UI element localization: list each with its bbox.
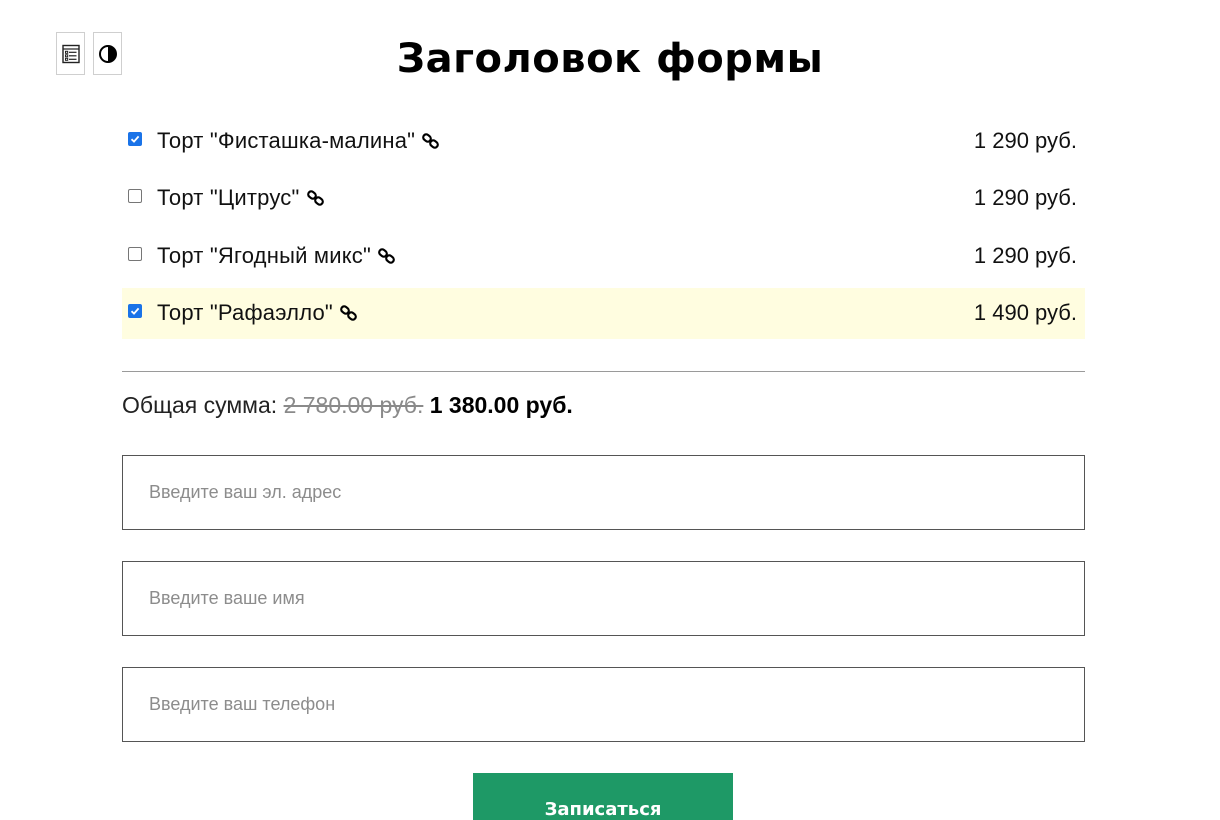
email-field[interactable] <box>122 455 1085 530</box>
total-old-value: 2 780.00 руб. <box>283 392 424 418</box>
product-item-left: Торт "Ягодный микс" <box>128 243 397 269</box>
link-icon[interactable] <box>339 303 359 323</box>
total-new-value: 1 380.00 руб. <box>429 392 573 418</box>
link-icon[interactable] <box>421 131 441 151</box>
total-label: Общая сумма: <box>122 392 278 418</box>
product-checkbox[interactable] <box>128 131 142 146</box>
name-field[interactable] <box>122 561 1085 636</box>
product-price: 1 290 руб. <box>973 127 1077 153</box>
product-list: Торт "Фисташка-малина" 1 290 руб. Торт "… <box>122 115 1085 345</box>
product-item[interactable]: Торт "Фисташка-малина" 1 290 руб. <box>122 115 1085 166</box>
product-price: 1 290 руб. <box>973 242 1077 268</box>
link-icon[interactable] <box>377 246 397 266</box>
product-item-left: Торт "Цитрус" <box>128 185 326 211</box>
product-checkbox[interactable] <box>128 304 142 318</box>
form-title: Заголовок формы <box>396 36 824 82</box>
product-name: Торт "Ягодный микс" <box>157 242 371 268</box>
submit-button[interactable]: Записаться <box>473 773 733 820</box>
product-item-left: Торт "Рафаэлло" <box>128 300 359 326</box>
form-page: Заголовок формы Торт "Фисташка-малина" 1… <box>0 0 1220 820</box>
product-name: Торт "Фисташка-малина" <box>157 127 416 153</box>
product-price: 1 490 руб. <box>973 300 1077 325</box>
product-item-left: Торт "Фисташка-малина" <box>128 128 441 154</box>
product-item[interactable]: Торт "Цитрус" 1 290 руб. <box>122 173 1085 224</box>
divider <box>122 371 1085 372</box>
product-item[interactable]: Торт "Рафаэлло" 1 490 руб. <box>122 287 1085 339</box>
product-price: 1 290 руб. <box>973 185 1077 210</box>
phone-field[interactable] <box>122 667 1085 742</box>
link-icon[interactable] <box>306 188 326 208</box>
total-sum: Общая сумма: 2 780.00 руб. 1 380.00 руб. <box>122 392 573 419</box>
product-item[interactable]: Торт "Ягодный микс" 1 290 руб. <box>122 230 1085 281</box>
product-name: Торт "Рафаэлло" <box>157 300 333 325</box>
product-checkbox[interactable] <box>128 246 142 261</box>
product-checkbox[interactable] <box>128 189 142 203</box>
product-name: Торт "Цитрус" <box>157 185 300 210</box>
